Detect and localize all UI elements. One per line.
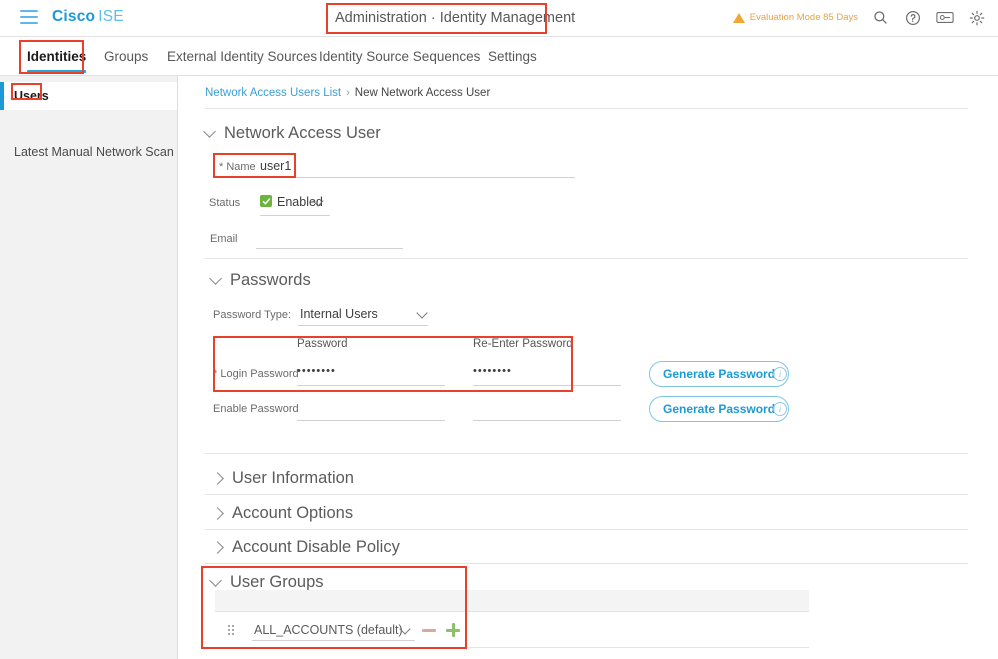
password-type-label: Password Type:	[213, 309, 292, 321]
email-field-label: Email	[210, 233, 238, 245]
login-password-label: * Login Password	[213, 368, 299, 380]
chevron-down-icon	[209, 272, 222, 285]
ise-admin-page: Cisco ISE Administration · Identity Manag…	[0, 0, 998, 659]
minus-icon-remove-group[interactable]	[422, 623, 436, 637]
brand-cisco-text: Cisco	[52, 8, 96, 25]
sidebar-item-latest-manual-network-scan-results[interactable]: Latest Manual Network Scan Res...	[0, 138, 177, 166]
name-field-label: * Name	[219, 161, 256, 173]
breadcrumb-divider	[205, 108, 968, 109]
drag-handle-icon[interactable]	[228, 625, 235, 636]
chevron-right-icon	[211, 472, 224, 485]
tab-external-identity-sources[interactable]: External Identity Sources	[167, 37, 317, 76]
brand-logo[interactable]: Cisco ISE	[52, 8, 124, 26]
section-header-passwords[interactable]: Passwords	[209, 271, 311, 290]
brand-ise-text: ISE	[98, 8, 124, 25]
status-field-label: Status	[209, 197, 241, 209]
hamburger-menu-icon[interactable]	[20, 10, 38, 24]
column-header-reenter-password: Re-Enter Password	[473, 338, 573, 350]
breadcrumb-separator-icon: ›	[346, 87, 350, 99]
search-icon[interactable]	[871, 8, 890, 27]
section-header-account-disable-policy[interactable]: Account Disable Policy	[211, 538, 400, 557]
enable-password-reenter-underline	[473, 420, 621, 421]
chevron-down-icon	[203, 125, 216, 138]
tab-settings[interactable]: Settings	[488, 37, 537, 76]
evaluation-mode-indicator: Evaluation Mode 85 Days	[732, 12, 858, 23]
sidebar-item-users[interactable]: Users	[0, 82, 177, 110]
section-header-user-information[interactable]: User Information	[211, 469, 354, 488]
column-header-password: Password	[297, 338, 348, 350]
login-password-input[interactable]: ••••••••	[297, 365, 336, 377]
section-title-network-access-user: Network Access User	[224, 124, 381, 142]
info-circle-icon-enable-password[interactable]: i	[773, 402, 787, 416]
chevron-down-icon	[209, 574, 222, 587]
plus-icon-add-group[interactable]	[446, 623, 460, 637]
breadcrumb-current-page: New Network Access User	[354, 87, 491, 99]
generate-password-button-login[interactable]: Generate Password	[649, 361, 790, 387]
section-header-account-options[interactable]: Account Options	[211, 504, 353, 523]
divider-after-user-information	[205, 494, 968, 495]
chevron-right-icon	[211, 507, 224, 520]
top-right-toolbar: Evaluation Mode 85 Days	[732, 8, 986, 27]
user-group-select-value[interactable]: ALL_ACCOUNTS (default)	[254, 623, 403, 637]
gear-icon[interactable]	[967, 8, 986, 27]
warning-triangle-icon	[732, 12, 745, 23]
status-enabled-checkbox[interactable]	[260, 195, 272, 207]
password-type-value[interactable]: Internal Users	[300, 307, 378, 321]
name-field-underline	[260, 177, 575, 178]
page-title: Administration · Identity Management	[335, 10, 576, 26]
generate-password-button-enable[interactable]: Generate Password	[649, 396, 790, 422]
chevron-right-icon	[211, 541, 224, 554]
divider-after-account-disable-policy	[205, 563, 968, 564]
evaluation-mode-label: Evaluation Mode 85 Days	[749, 12, 858, 23]
section-title-account-disable-policy: Account Disable Policy	[232, 538, 400, 556]
section-title-user-information: User Information	[232, 469, 354, 487]
user-groups-table-header	[215, 590, 809, 612]
divider-after-user-groups-row	[215, 647, 809, 648]
help-circle-icon[interactable]	[903, 8, 922, 27]
login-password-reenter-underline	[473, 385, 621, 386]
tab-groups[interactable]: Groups	[104, 37, 148, 76]
info-circle-icon-login-password[interactable]: i	[773, 367, 787, 381]
name-field-value[interactable]: user1	[260, 159, 291, 173]
main-content: Network Access Users List › New Network Ac…	[178, 76, 998, 659]
login-password-underline	[297, 385, 445, 386]
enable-password-underline	[297, 420, 445, 421]
sidebar: Users Latest Manual Network Scan Res...	[0, 76, 178, 659]
divider-after-network-access-user	[205, 258, 968, 259]
email-field-underline	[256, 248, 403, 249]
status-field-underline	[260, 215, 330, 216]
password-type-underline	[298, 325, 428, 326]
user-group-select-underline	[252, 640, 415, 641]
tab-identity-source-sequences[interactable]: Identity Source Sequences	[319, 37, 480, 76]
divider-after-passwords	[205, 453, 968, 454]
top-bar: Cisco ISE Administration · Identity Manag…	[0, 0, 998, 37]
primary-nav-tabs: Identities Groups External Identity Sour…	[0, 37, 998, 76]
section-title-account-options: Account Options	[232, 504, 354, 522]
breadcrumb-link-network-access-users-list[interactable]: Network Access Users List	[205, 87, 341, 99]
enable-password-label: Enable Password	[213, 403, 299, 415]
tab-identities[interactable]: Identities	[27, 37, 87, 76]
divider-after-account-options	[205, 529, 968, 530]
feedback-monitor-icon[interactable]	[935, 8, 954, 27]
section-title-passwords: Passwords	[230, 271, 311, 289]
login-password-reenter-input[interactable]: ••••••••	[473, 365, 512, 377]
breadcrumb: Network Access Users List › New Network Ac…	[205, 87, 490, 99]
password-type-chevron-down-icon[interactable]	[416, 307, 428, 319]
section-header-network-access-user[interactable]: Network Access User	[203, 124, 381, 143]
